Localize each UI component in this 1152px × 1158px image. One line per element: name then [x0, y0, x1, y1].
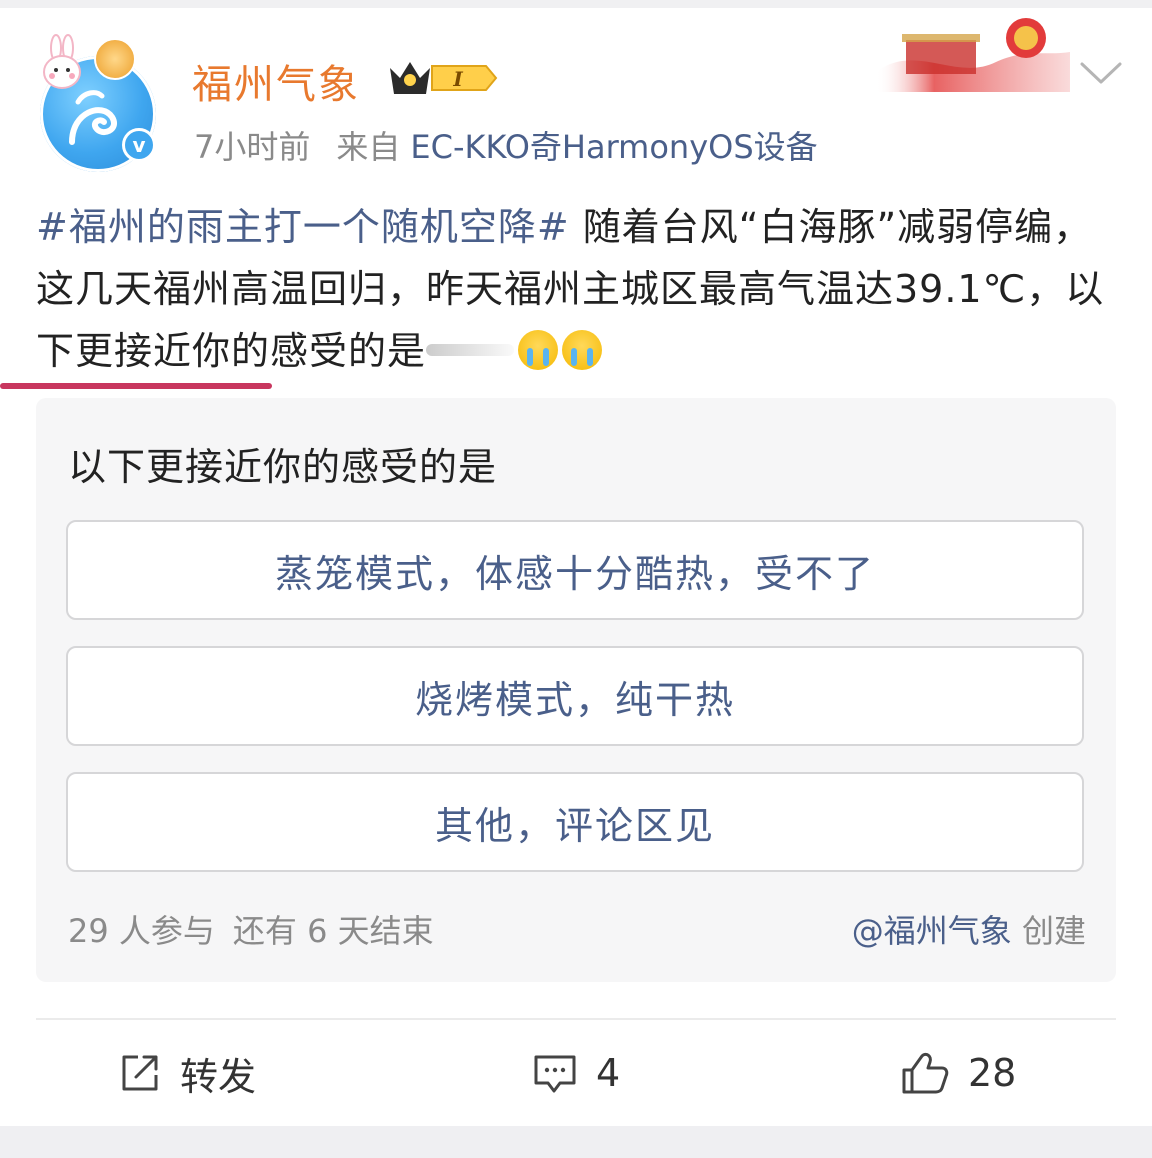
poll-option[interactable]: 蒸笼模式，体感十分酷热，受不了 — [66, 520, 1084, 620]
badge-level: I — [452, 67, 463, 91]
mooncake-icon — [94, 38, 136, 80]
poll-participants: 29 人参与 — [68, 912, 215, 950]
source-prefix: 来自 — [336, 128, 401, 166]
fade-mark — [426, 344, 515, 356]
comment-icon — [534, 1055, 576, 1093]
source-device[interactable]: EC-KKO奇HarmonyOS设备 — [410, 128, 817, 166]
crown-badge-icon[interactable]: I — [386, 56, 498, 100]
crying-emoji-icon — [518, 330, 559, 370]
avatar[interactable]: v — [36, 34, 160, 172]
post-meta: 7小时前 来自 EC-KKO奇HarmonyOS设备 — [194, 122, 844, 168]
like-icon — [902, 1052, 949, 1094]
poll-option[interactable]: 烧烤模式，纯干热 — [66, 646, 1084, 746]
comment-button[interactable]: 4 — [532, 1046, 620, 1100]
repost-icon — [122, 1055, 158, 1091]
verified-icon: v — [122, 128, 156, 162]
top-separator — [0, 0, 1152, 8]
hashtag-link[interactable]: #福州的雨主打一个随机空降# — [36, 205, 570, 249]
poll-creator-suffix: 创建 — [1021, 912, 1086, 950]
like-count: 28 — [968, 1051, 1017, 1095]
like-button[interactable]: 28 — [900, 1046, 1016, 1100]
bottom-separator — [0, 1126, 1152, 1158]
repost-button[interactable]: 转发 — [118, 1046, 256, 1100]
poll-creator: @福州气象 创建 — [852, 906, 1086, 952]
username[interactable]: 福州气象 — [192, 52, 360, 110]
poll-title: 以下更接近你的感受的是 — [68, 445, 498, 489]
crying-emoji-icon — [562, 330, 603, 370]
comment-count: 4 — [596, 1051, 621, 1095]
repost-label: 转发 — [180, 1054, 257, 1099]
timestamp: 7小时前 — [194, 128, 311, 166]
poll-card: 以下更接近你的感受的是 蒸笼模式，体感十分酷热，受不了 烧烤模式，纯干热 其他，… — [36, 398, 1116, 982]
chevron-down-icon[interactable] — [1078, 58, 1124, 88]
accent-underline — [0, 383, 272, 389]
poll-stats: 29 人参与 还有 6 天结束 — [68, 906, 452, 952]
divider — [36, 1018, 1116, 1020]
poll-creator-link[interactable]: @福州气象 — [852, 912, 1012, 950]
poll-option[interactable]: 其他，评论区见 — [66, 772, 1084, 872]
rabbit-icon — [43, 34, 81, 89]
poll-remaining: 还有 6 天结束 — [232, 912, 434, 950]
post-text: #福州的雨主打一个随机空降# 随着台风“白海豚”减弱停编，这几天福州高温回归，昨… — [36, 196, 1126, 382]
national-day-decoration-icon — [876, 18, 1070, 92]
